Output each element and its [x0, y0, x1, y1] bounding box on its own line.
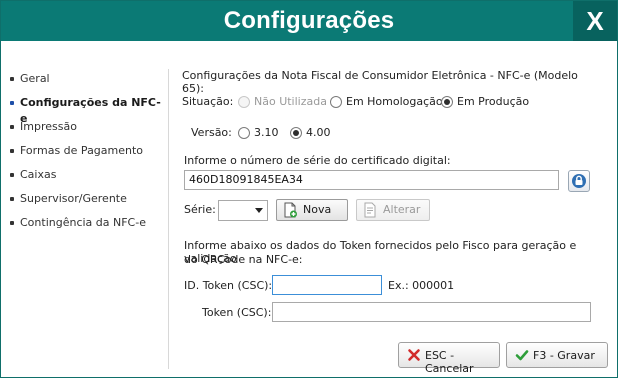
x-icon — [408, 349, 420, 361]
token-label: Token (CSC): — [202, 306, 272, 319]
bullet-icon — [10, 221, 14, 225]
sidebar-divider — [168, 69, 169, 369]
bullet-icon — [10, 77, 14, 81]
sidebar-item-geral[interactable]: Geral — [8, 71, 168, 95]
id-token-input[interactable] — [272, 275, 382, 295]
check-icon — [515, 350, 529, 361]
close-button[interactable]: X — [573, 1, 617, 41]
title-bar: Configurações X — [1, 1, 617, 41]
configuracoes-window: Configurações X Geral Configurações da N… — [0, 0, 618, 378]
radio-nao-utilizada[interactable] — [238, 96, 250, 108]
sidebar-item-contingencia-nfce[interactable]: Contingência da NFC-e — [8, 215, 168, 239]
bullet-icon — [10, 149, 14, 153]
sidebar-item-label: Contingência da NFC-e — [20, 216, 146, 229]
lock-button[interactable] — [568, 170, 590, 192]
radio-versao-400-label: 4.00 — [306, 126, 331, 139]
radio-versao-400[interactable] — [290, 127, 302, 139]
token-info-line2: do QRCode na NFC-e: — [184, 253, 303, 266]
radio-em-producao-label: Em Produção — [457, 95, 530, 108]
window-title: Configurações — [223, 7, 395, 34]
content-area: Geral Configurações da NFC-e Impressão F… — [2, 41, 616, 376]
situacao-label: Situação: — [182, 95, 234, 108]
alterar-button[interactable]: Alterar — [356, 199, 430, 221]
radio-nao-utilizada-label: Não Utilizada — [254, 95, 327, 108]
radio-versao-310[interactable] — [238, 127, 250, 139]
sidebar-item-label: Impressão — [20, 120, 77, 133]
cancel-button-label: ESC - Cancelar — [425, 349, 474, 375]
sidebar-item-formas-de-pagamento[interactable]: Formas de Pagamento — [8, 143, 168, 167]
close-icon: X — [586, 6, 604, 36]
bullet-icon — [10, 197, 14, 201]
sidebar-item-label: Formas de Pagamento — [20, 144, 144, 157]
sidebar-item-label: Caixas — [20, 168, 57, 181]
sidebar-item-label: Supervisor/Gerente — [20, 192, 127, 205]
bullet-icon — [10, 173, 14, 177]
serie-label: Série: — [184, 203, 216, 216]
sidebar-item-supervisor-gerente[interactable]: Supervisor/Gerente — [8, 191, 168, 215]
radio-versao-310-label: 3.10 — [254, 126, 279, 139]
alterar-button-label: Alterar — [383, 203, 421, 216]
token-input[interactable] — [272, 302, 591, 322]
sidebar-item-caixas[interactable]: Caixas — [8, 167, 168, 191]
save-button[interactable]: F3 - Gravar — [506, 342, 608, 368]
id-token-example: Ex.: 000001 — [388, 279, 455, 292]
bullet-icon — [10, 101, 14, 105]
save-button-label: F3 - Gravar — [533, 349, 595, 362]
radio-em-homologacao-label: Em Homologação — [346, 95, 443, 108]
cancel-button[interactable]: ESC - Cancelar — [398, 342, 500, 375]
sidebar-item-label: Geral — [20, 72, 50, 85]
certificado-label: Informe o número de série do certificado… — [184, 154, 451, 167]
sidebar-item-configuracoes-nfce[interactable]: Configurações da NFC-e — [8, 95, 168, 125]
edit-document-icon — [364, 202, 376, 218]
new-document-icon — [284, 202, 297, 218]
bullet-icon — [10, 125, 14, 129]
sidebar-item-impressao[interactable]: Impressão — [8, 119, 168, 143]
sidebar-nav: Geral Configurações da NFC-e Impressão F… — [8, 71, 168, 239]
lock-icon — [572, 174, 586, 188]
nova-button-label: Nova — [303, 203, 332, 216]
nova-button[interactable]: Nova — [276, 199, 348, 221]
versao-label: Versão: — [191, 126, 232, 139]
radio-em-homologacao[interactable] — [330, 96, 342, 108]
section-heading: Configurações da Nota Fiscal de Consumid… — [182, 69, 578, 95]
chevron-down-icon — [255, 208, 263, 213]
certificado-serial-input[interactable]: 460D18091845EA34 — [184, 170, 559, 190]
radio-em-producao[interactable] — [441, 96, 453, 108]
id-token-label: ID. Token (CSC): — [184, 279, 273, 292]
serie-select[interactable] — [218, 200, 268, 221]
